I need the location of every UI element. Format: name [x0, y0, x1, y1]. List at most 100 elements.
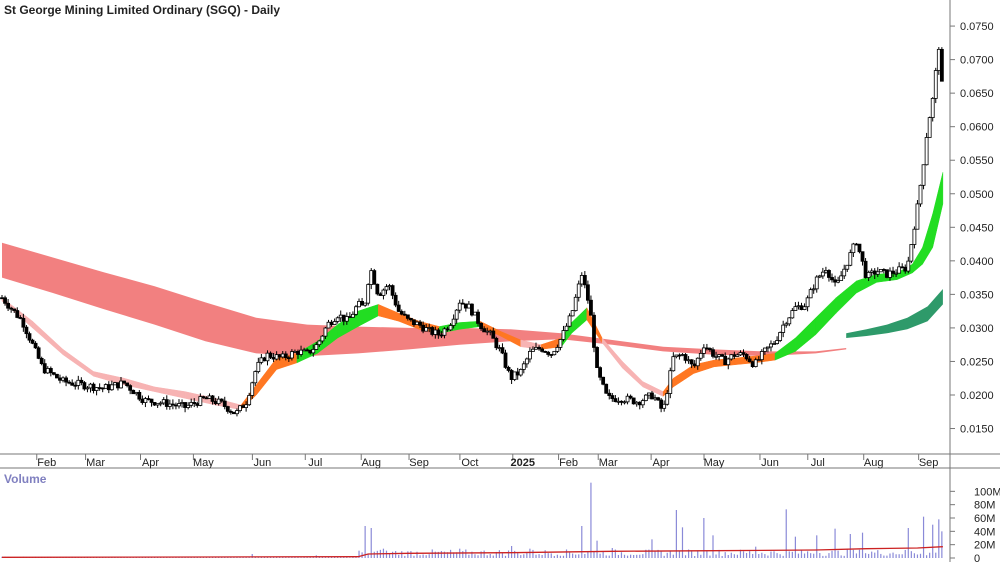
price-bar-body: [869, 270, 874, 273]
price-bar-body: [299, 349, 303, 355]
price-bar-body: [280, 353, 285, 358]
volume-tick-label: 40M: [974, 526, 995, 538]
price-bar-body: [247, 395, 252, 406]
price-bar-body: [0, 297, 4, 300]
price-bar-body: [613, 398, 618, 402]
price-bar-body: [436, 329, 441, 336]
price-bar-body: [759, 351, 764, 361]
price-bar-body: [939, 48, 944, 82]
time-tick-label: Jun: [761, 457, 779, 469]
price-bar-body: [335, 317, 340, 322]
price-bar-body: [634, 401, 639, 405]
price-bar-body: [6, 302, 11, 309]
price-bar-body: [198, 396, 203, 406]
time-tick-label: May: [704, 457, 725, 469]
price-bar-body: [106, 384, 111, 391]
price-bar-body: [207, 395, 212, 399]
price-bar-body: [116, 382, 120, 389]
price-bar-body: [149, 398, 154, 403]
price-bar-body: [250, 382, 255, 396]
short-term-ma-band-segment: [922, 213, 933, 266]
price-bar-body: [305, 349, 310, 352]
price-tick-label: 0.0450: [960, 222, 994, 234]
price-bar-body: [488, 330, 493, 333]
price-bar-body: [732, 354, 737, 357]
price-bars: [0, 47, 944, 417]
time-tick-label: Mar: [86, 457, 105, 469]
price-bar-body: [293, 350, 297, 353]
price-bar-body: [100, 387, 105, 390]
price-bar-body: [790, 310, 795, 319]
price-bar-body: [881, 269, 886, 271]
time-tick-label: Apr: [653, 457, 670, 469]
price-bar-body: [918, 184, 923, 205]
price-bar-body: [833, 279, 837, 283]
short-term-ma-band-segment: [795, 317, 816, 352]
price-bar-body: [524, 358, 529, 365]
price-bar-body: [845, 264, 850, 270]
price-bar-body: [235, 410, 239, 415]
price-bar-body: [192, 402, 197, 404]
price-bar-body: [894, 272, 898, 275]
price-bar-body: [418, 321, 422, 326]
price-bar-body: [216, 398, 221, 405]
price-bar-body: [67, 381, 72, 384]
time-tick-label: Sep: [919, 457, 939, 469]
price-bar-body: [363, 302, 368, 306]
price-bar-body: [174, 404, 178, 407]
price-bar-body: [219, 398, 224, 402]
price-bar-body: [314, 344, 319, 350]
price-tick-label: 0.0350: [960, 289, 994, 301]
price-bar-body: [878, 269, 883, 273]
price-bar-body: [647, 392, 651, 396]
price-bar-body: [891, 270, 895, 274]
price-bar-body: [854, 243, 859, 246]
price-bar-body: [412, 319, 416, 326]
price-bar-body: [204, 397, 209, 400]
price-bar-body: [839, 275, 844, 281]
price-bar-body: [735, 354, 740, 357]
price-bar-body: [155, 403, 160, 406]
price-bar-body: [51, 372, 56, 375]
price-bar-body: [317, 340, 322, 346]
price-bar-body: [21, 317, 26, 328]
price-bar-body: [448, 325, 453, 331]
price-bar-body: [140, 398, 145, 403]
time-tick-label: Sep: [409, 457, 429, 469]
price-bar-body: [91, 383, 96, 391]
price-bar-body: [619, 400, 624, 403]
price-bar-body: [344, 316, 349, 322]
price-bar-body: [85, 387, 90, 390]
time-tick-label: 2025: [511, 457, 535, 469]
price-bar-body: [912, 228, 917, 245]
price-bar-body: [244, 404, 249, 408]
price-bar-body: [329, 321, 334, 325]
price-bar-body: [45, 368, 50, 374]
price-bar-body: [97, 387, 102, 389]
price-bar-body: [125, 382, 130, 387]
price-bar-body: [640, 400, 645, 406]
price-bar-body: [128, 385, 133, 391]
price-bar-body: [762, 347, 767, 352]
time-tick-label: Jul: [811, 457, 825, 469]
short-term-ma-band-segment: [815, 297, 837, 336]
price-bar-body: [659, 399, 664, 409]
price-bar-body: [351, 313, 355, 318]
price-bar-body: [714, 355, 718, 358]
price-bar-body: [906, 260, 911, 272]
price-bar-body: [897, 266, 902, 274]
price-bar-body: [430, 327, 435, 335]
price-bar-body: [48, 368, 53, 374]
price-bar-body: [625, 395, 630, 403]
price-bar-body: [12, 308, 17, 311]
price-bar-body: [805, 297, 810, 308]
price-bar-body: [604, 383, 609, 394]
price-bar-body: [265, 352, 270, 362]
price-bar-body: [375, 283, 380, 295]
price-bar-body: [534, 346, 538, 350]
price-bar-body: [222, 400, 227, 407]
price-bar-body: [851, 243, 856, 254]
price-bar-body: [720, 354, 725, 357]
price-bar-body: [662, 403, 667, 409]
price-bar-body: [58, 377, 62, 381]
